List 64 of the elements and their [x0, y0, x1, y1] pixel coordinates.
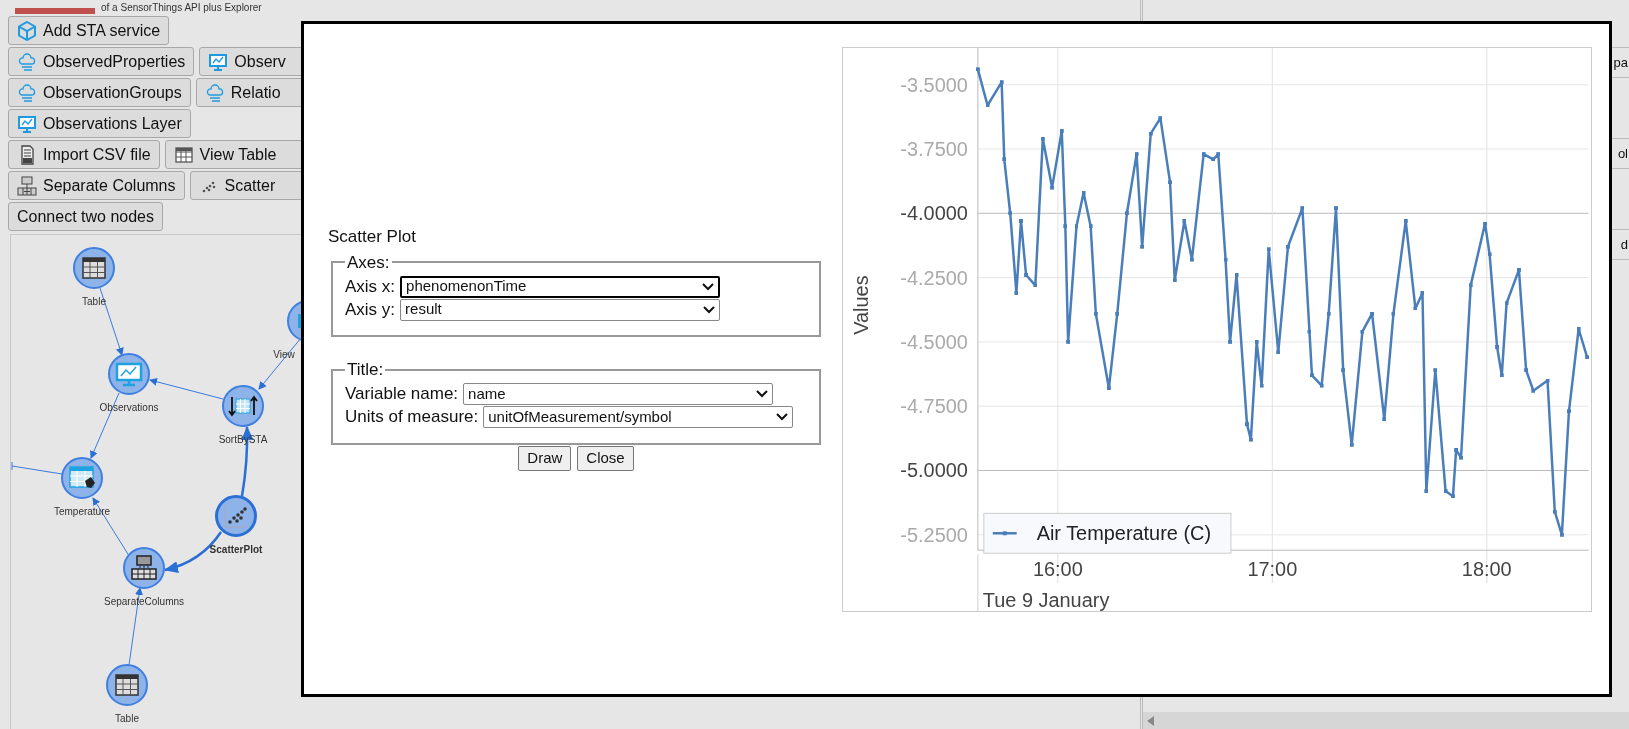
monitor-chart-icon: [208, 51, 229, 72]
node-label: ScatterPlot: [209, 543, 263, 557]
cloud-icon: [204, 82, 225, 103]
horizontal-scrollbar[interactable]: [1143, 712, 1629, 729]
header-subtitle: of a SensorThings API plus Explorer: [101, 2, 262, 14]
chevron-down-icon: [776, 413, 789, 421]
split-table-icon: [129, 553, 159, 583]
graph-node[interactable]: [215, 495, 257, 537]
scroll-left-icon: [1147, 715, 1154, 726]
chevron-down-icon: [703, 305, 716, 314]
table-icon: [173, 144, 194, 165]
legend-label: Air Temperature (C): [1036, 522, 1212, 545]
y-tick-label: -5.0000: [900, 459, 968, 482]
dialog-button[interactable]: Draw: [518, 445, 572, 471]
toolbar-button[interactable]: Import CSV file: [8, 140, 160, 169]
node-label: Temperature: [53, 505, 111, 519]
toolbar-button[interactable]: Separate Columns: [8, 171, 185, 200]
toolbar-button[interactable]: ObservedProperties: [8, 47, 195, 76]
chevron-down-icon: [702, 282, 715, 291]
cloud-icon: [17, 51, 37, 72]
graph-node[interactable]: [106, 664, 148, 706]
graph-node[interactable]: [61, 457, 103, 499]
field-label: Axis y:: [345, 298, 396, 321]
y-tick-label: -4.7500: [900, 395, 968, 418]
toolbar-button[interactable]: ObservationGroups: [8, 78, 191, 107]
x-tick-label: 16:00: [1032, 558, 1083, 581]
graph-node[interactable]: [222, 385, 264, 427]
field-label: Variable name:: [345, 383, 459, 406]
toolbar-button[interactable]: Add STA service: [8, 16, 170, 45]
dialog-title: Scatter Plot: [328, 226, 417, 248]
dropdown-select[interactable]: phenomenonTime: [400, 275, 721, 298]
y-axis-label: Values: [850, 275, 873, 335]
split-table-icon: [17, 175, 37, 196]
dropdown-select[interactable]: result: [400, 298, 721, 321]
field-label: Axis x:: [345, 275, 396, 298]
edge-line: [11, 461, 63, 475]
graph-node[interactable]: [123, 547, 165, 589]
x-tick-label: 18:00: [1461, 558, 1512, 581]
y-tick-label: -4.0000: [900, 202, 968, 225]
y-tick-label: -3.5000: [900, 73, 968, 96]
chevron-down-icon: [756, 390, 769, 398]
dropdown-select[interactable]: name: [463, 383, 774, 405]
cube-icon: [17, 20, 37, 41]
field-label: Units of measure:: [345, 406, 479, 429]
node-label: SeparateColumns: [104, 595, 184, 609]
toolbar-button[interactable]: Connect two nodes: [8, 202, 163, 231]
graph-node[interactable]: [73, 247, 115, 289]
monitor-chart-icon: [17, 113, 37, 134]
dialog-button[interactable]: Close: [577, 445, 634, 471]
cloud-icon: [17, 82, 37, 103]
graph-node[interactable]: [108, 353, 150, 395]
fieldset-legend: Title:: [345, 357, 386, 383]
y-tick-label: -5.2500: [900, 523, 968, 546]
legend-line-icon: [992, 531, 1017, 536]
node-label: View: [273, 348, 295, 362]
node-label: Table: [115, 712, 139, 726]
dropdown-select[interactable]: unitOfMeasurement/symbol: [483, 406, 794, 428]
y-tick-label: -4.2500: [900, 266, 968, 289]
toolbar-button[interactable]: Observations Layer: [8, 109, 191, 138]
y-tick-label: -4.5000: [900, 330, 968, 353]
fieldset-legend: Axes:: [345, 249, 392, 275]
date-label: Tue 9 January: [982, 589, 1110, 611]
y-tick-label: -3.7500: [900, 138, 968, 160]
x-tick-label: 17:00: [1247, 558, 1298, 581]
